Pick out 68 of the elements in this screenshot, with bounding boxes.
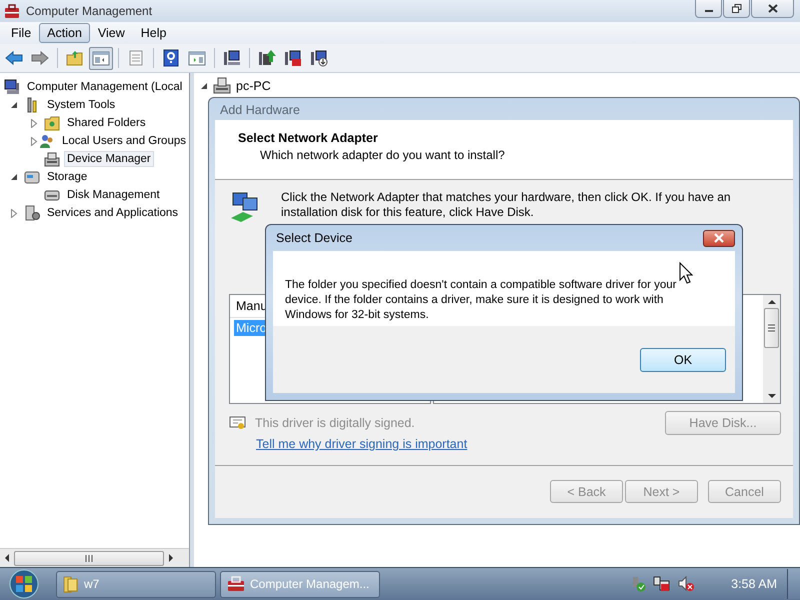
- safely-remove-icon[interactable]: [630, 576, 646, 592]
- dialog-heading: Select Network Adapter: [238, 131, 379, 145]
- expanded-arrow-icon[interactable]: [200, 82, 208, 90]
- expanded-arrow-icon[interactable]: [10, 101, 18, 109]
- restore-icon: [732, 4, 742, 13]
- mouse-pointer-icon: [679, 262, 693, 284]
- network-icon[interactable]: [653, 576, 672, 592]
- tree-item[interactable]: Device Manager: [64, 151, 154, 167]
- toolbox-icon: [227, 576, 245, 592]
- menu-item[interactable]: View: [90, 23, 133, 43]
- tree-item[interactable]: Shared Folders: [64, 115, 149, 131]
- certificate-icon: [229, 415, 247, 431]
- tree-item[interactable]: System Tools: [44, 97, 118, 113]
- expanded-arrow-icon[interactable]: [10, 173, 18, 181]
- collapsed-arrow-icon[interactable]: [10, 208, 18, 218]
- dialog-title: Add Hardware: [219, 102, 301, 119]
- pane-icon: [92, 49, 110, 67]
- monitor-icon: [223, 49, 241, 67]
- signed-status-text: This driver is digitally signed.: [255, 416, 415, 430]
- menu-item[interactable]: Help: [132, 23, 174, 43]
- services-icon: [24, 205, 40, 221]
- collapsed-arrow-icon[interactable]: [30, 118, 38, 128]
- storage-icon: [24, 169, 40, 185]
- dialog-title: Select Device: [276, 231, 352, 245]
- ok-button[interactable]: OK: [640, 348, 726, 372]
- window-title: Computer Management: [26, 4, 152, 18]
- maximize-button[interactable]: [723, 0, 750, 18]
- tree-item[interactable]: Storage: [44, 169, 90, 185]
- folder-icon: [63, 575, 79, 593]
- uninstall-icon: [310, 49, 328, 67]
- speaker-muted-icon[interactable]: [678, 576, 694, 592]
- toolbox-icon: [4, 3, 20, 19]
- show-desktop-button[interactable]: [787, 569, 800, 599]
- folder-icon: [66, 49, 84, 67]
- scroll-right-icon: [168, 554, 174, 562]
- scroll-up-icon: [768, 299, 776, 304]
- forward-arrow-icon: [31, 49, 49, 67]
- close-icon: [713, 233, 725, 243]
- vertical-scrollbar[interactable]: [763, 295, 780, 403]
- horizontal-scrollbar[interactable]: [0, 548, 189, 567]
- device-icon: [44, 151, 60, 167]
- tree-item[interactable]: Disk Management: [64, 187, 163, 203]
- instructions-text: Click the Network Adapter that matches your hardware, then click OK. If you have an installation disk for this feature, click Have Disk.: [281, 190, 732, 220]
- disable-icon: [284, 49, 302, 67]
- collapsed-arrow-icon[interactable]: [30, 136, 38, 146]
- tree-item[interactable]: Local Users and Groups: [58, 133, 189, 149]
- update-icon: [258, 49, 276, 67]
- driver-signing-link[interactable]: Tell me why driver signing is important: [256, 437, 468, 451]
- back-arrow-icon: [5, 49, 23, 67]
- users-icon: [38, 133, 55, 149]
- dialog-subheading: Which network adapter do you want to install?: [259, 148, 506, 162]
- close-button[interactable]: [751, 0, 794, 18]
- scroll-left-icon: [4, 554, 10, 562]
- tree-item[interactable]: Computer Management (Local: [24, 79, 186, 95]
- properties-icon: [127, 49, 145, 67]
- grip-icon: [85, 554, 93, 562]
- close-button[interactable]: [703, 230, 735, 246]
- scroll-down-icon: [768, 394, 776, 399]
- action-pane-icon: [188, 49, 206, 67]
- message-text: The folder you specified doesn't contain a compatible software driver for your device. If the folder contains a driver, make sure it is designed to work with Windows for 32-bit systems.: [273, 251, 735, 326]
- grip-icon: [768, 324, 775, 332]
- minimize-button[interactable]: [695, 0, 722, 18]
- tree-item[interactable]: Services and Applications: [44, 205, 182, 221]
- menu-item[interactable]: File: [3, 23, 40, 43]
- shared-folder-icon: [44, 115, 60, 131]
- tree-item[interactable]: pc-PC: [236, 79, 271, 93]
- close-icon: [768, 4, 778, 13]
- menu-item[interactable]: Action: [39, 23, 90, 43]
